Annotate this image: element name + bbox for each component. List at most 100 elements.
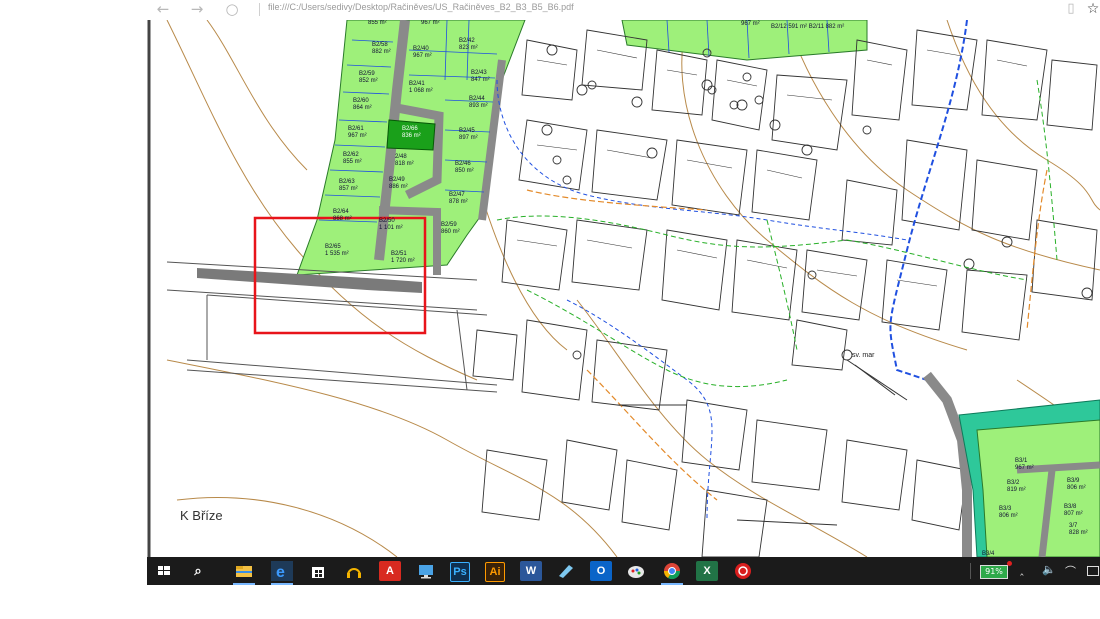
- lot-area-label: 850 m²: [455, 168, 474, 174]
- lot-id-label: B3/1: [1015, 458, 1028, 464]
- action-center-icon[interactable]: [1087, 566, 1099, 576]
- lot-id-label: B2/43: [471, 70, 487, 76]
- lot-id-label: B2/62: [343, 152, 359, 158]
- church-label: sv. mar: [852, 352, 875, 359]
- lot-id-label: B3/3: [999, 506, 1012, 512]
- lot-id-label: 2/48: [395, 154, 407, 160]
- lot-area-label: 1 720 m²: [391, 258, 415, 264]
- pdf-map-view[interactable]: 855 m² 967 m² B2/58 882 m² B2/40 967 m² B2…: [147, 19, 1100, 558]
- outlook-icon[interactable]: O: [590, 561, 612, 581]
- notes-icon[interactable]: [555, 561, 577, 581]
- forward-icon[interactable]: →: [185, 0, 209, 20]
- lot-id-label: B2/64: [333, 209, 349, 215]
- lot-area-b2: [296, 19, 526, 276]
- browser-address-bar: ← → ○ file:///C:/Users/sedivy/Desktop/Ra…: [147, 0, 1100, 21]
- lot-id-label: B2/47: [449, 192, 465, 198]
- lot-area-label: 847 m²: [471, 77, 490, 83]
- reading-view-icon[interactable]: ▯: [1059, 0, 1083, 20]
- lot-id-label: B2/58: [372, 42, 388, 48]
- favorite-star-icon[interactable]: ☆: [1081, 0, 1100, 20]
- photoshop-icon[interactable]: Ps: [450, 562, 470, 582]
- edge-browser-icon[interactable]: e: [271, 561, 293, 581]
- excel-icon[interactable]: X: [696, 561, 718, 581]
- lot-id-label: B2/51: [391, 251, 407, 257]
- lot-id-label: B2/63: [339, 179, 355, 185]
- lot-area-label: 823 m²: [459, 45, 478, 51]
- lot-area-label: 967 m²: [413, 53, 432, 59]
- lot-area-label: 868 m²: [333, 216, 352, 222]
- illustrator-icon[interactable]: Ai: [485, 562, 505, 582]
- paint-icon[interactable]: [625, 561, 647, 581]
- lot-area-label: 864 m²: [353, 105, 372, 111]
- boundary-dashed-green: [496, 79, 1058, 388]
- lot-area-label: 857 m²: [339, 186, 358, 192]
- lot-id-label: B2/40: [413, 46, 429, 52]
- lot-id-label: B3/8: [1064, 504, 1077, 510]
- lot-id-label: B2/66: [402, 126, 418, 132]
- cadastral-map: 855 m² 967 m² B2/58882 m² B2/40967 m² B2…: [147, 19, 1100, 558]
- store-icon[interactable]: [307, 561, 329, 581]
- svg-text:855 m²: 855 m²: [368, 20, 387, 26]
- active-indicator-edge: [271, 583, 293, 585]
- taskbar: ⌕ e A Ps Ai W O X 91% ‸ 🔈 ⌒: [147, 557, 1100, 585]
- lot-area-label: 882 m²: [372, 49, 391, 55]
- lot-id-label: B2/45: [459, 128, 475, 134]
- boundary-blue-3: [566, 299, 713, 521]
- notification-dot: [1007, 561, 1012, 566]
- lot-area-label: 1 101 m²: [379, 225, 403, 231]
- lot-id-label: B2/41: [409, 81, 425, 87]
- lot-area-label: 806 m²: [999, 513, 1018, 519]
- search-icon[interactable]: ⌕: [187, 561, 209, 581]
- lot-area-label: 836 m²: [402, 133, 421, 139]
- lot-id-label: B2/61: [348, 126, 364, 132]
- lot-id-label: 3/7: [1069, 523, 1078, 529]
- refresh-icon[interactable]: ○: [220, 0, 244, 20]
- lot-area-label: 1 068 m²: [409, 88, 433, 94]
- computer-icon[interactable]: [415, 561, 437, 581]
- adobe-acrobat-icon[interactable]: A: [379, 561, 401, 581]
- lot-id-label: B2/65: [325, 244, 341, 250]
- lot-area-label: 807 m²: [1064, 511, 1083, 517]
- lot-id-label: B2/49: [389, 177, 405, 183]
- church-marker: [854, 364, 896, 396]
- lot-area-label: 967 m²: [1015, 465, 1034, 471]
- lot-area-label: 806 m²: [1067, 485, 1086, 491]
- lot-id-label: B2/44: [469, 96, 485, 102]
- lot-area-label: 897 m²: [459, 135, 478, 141]
- top-fragment-label: B2/12 591 m² B2/11 882 m²: [771, 24, 844, 30]
- boundary-dashed-blue: [889, 19, 968, 381]
- boundary-blue-2: [496, 79, 908, 241]
- lot-area-label: 886 m²: [389, 184, 408, 190]
- tray-divider: [970, 563, 971, 579]
- battery-indicator[interactable]: 91%: [980, 565, 1008, 579]
- wifi-icon[interactable]: ⌒: [1065, 563, 1076, 579]
- lot-id-label: B2/59: [441, 222, 457, 228]
- url-field[interactable]: file:///C:/Users/sedivy/Desktop/Račiněve…: [268, 2, 574, 12]
- screen: ← → ○ file:///C:/Users/sedivy/Desktop/Ra…: [147, 0, 1100, 585]
- lot-area-label: 819 m²: [1007, 487, 1026, 493]
- volume-icon[interactable]: 🔈: [1042, 563, 1056, 576]
- lot-area-label: 818 m²: [395, 161, 414, 167]
- lot-area-label: 1 535 m²: [325, 251, 349, 257]
- back-icon[interactable]: ←: [151, 0, 175, 20]
- lot-area-label: 893 m²: [469, 103, 488, 109]
- tree-symbols: [541, 44, 1093, 361]
- contour-lines: [166, 19, 1100, 558]
- lot-id-label: B2/59: [359, 71, 375, 77]
- headphones-icon[interactable]: [343, 561, 365, 581]
- lot-id-label: B2/46: [455, 161, 471, 167]
- start-windows-icon[interactable]: [153, 561, 175, 581]
- chevron-up-icon[interactable]: ‸: [1020, 563, 1024, 576]
- active-indicator-chrome: [661, 583, 683, 585]
- svg-text:967 m²: 967 m²: [421, 20, 440, 26]
- chrome-icon[interactable]: [661, 561, 683, 581]
- file-explorer-icon[interactable]: [233, 561, 255, 581]
- lot-id-label: B2/60: [353, 98, 369, 104]
- antivirus-icon[interactable]: [732, 561, 754, 581]
- active-indicator-explorer: [233, 583, 255, 585]
- lot-area-label: 860 m²: [441, 229, 460, 235]
- lot-area-label: 878 m²: [449, 199, 468, 205]
- word-icon[interactable]: W: [520, 561, 542, 581]
- lot-area-label: 852 m²: [359, 78, 378, 84]
- lot-area-label: 855 m²: [343, 159, 362, 165]
